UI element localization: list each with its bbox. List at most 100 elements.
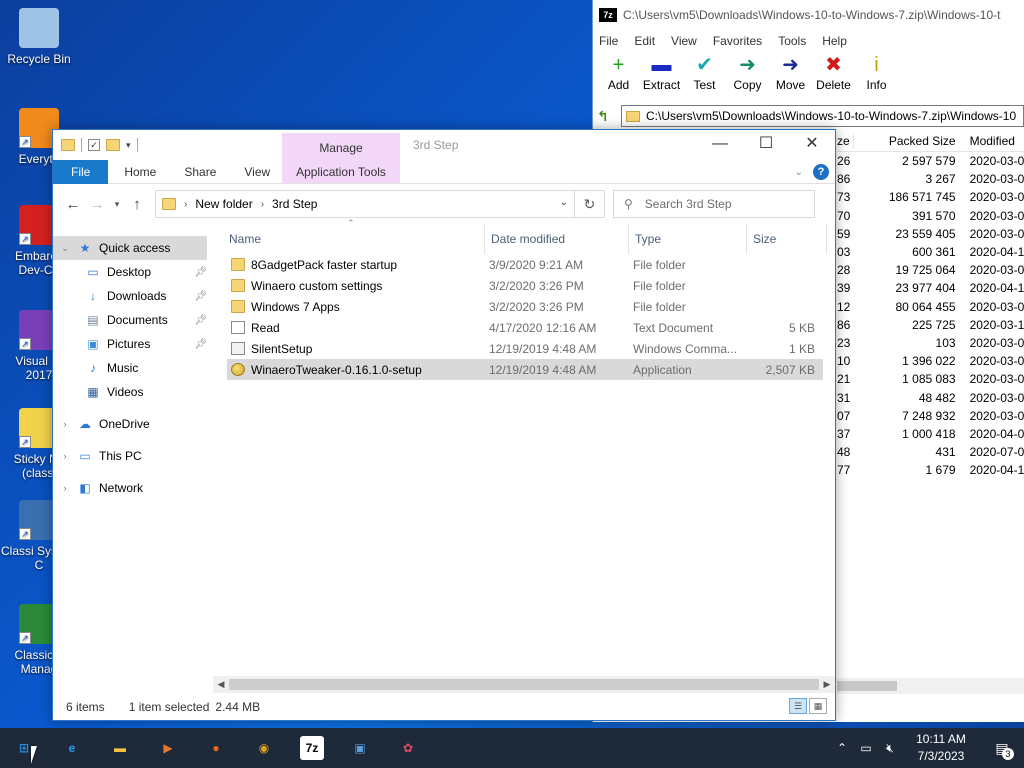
taskbar-start[interactable]: ⊞	[0, 728, 48, 768]
clock[interactable]: 10:11 AM 7/3/2023	[902, 731, 980, 765]
table-row[interactable]: 31 48 482 2020-03-02 1	[837, 388, 1024, 406]
expand-chevron-icon[interactable]: ⌄	[53, 243, 77, 254]
table-row[interactable]: 37 1 000 418 2020-04-02 0	[837, 425, 1024, 443]
horizontal-scrollbar[interactable]: ◀ ▶	[213, 676, 835, 693]
expand-ribbon-icon[interactable]: ⌄	[795, 167, 803, 178]
network-icon[interactable]: ▭	[854, 741, 878, 755]
address-bar[interactable]: › New folder › 3rd Step ⌄	[155, 190, 575, 218]
expand-chevron-icon[interactable]: ›	[53, 483, 77, 493]
sidebar-item-downloads[interactable]: ↓ Downloads 📌︎	[53, 284, 213, 308]
table-row[interactable]: 70 391 570 2020-03-02 1	[837, 207, 1024, 225]
taskbar-control-panel[interactable]: ▣	[336, 728, 384, 768]
volume-muted-icon[interactable]: 🔇︎	[878, 741, 902, 756]
explorer-titlebar[interactable]: ✓ ▾ Manage 3rd Step — ☐ ✕	[53, 130, 835, 184]
file-row[interactable]: 8GadgetPack faster startup 3/9/2020 9:21 …	[227, 254, 823, 275]
col-packed-size[interactable]: Packed Size	[852, 133, 962, 148]
pin-icon[interactable]: 📌︎	[194, 339, 207, 350]
new-folder-icon[interactable]	[106, 139, 120, 151]
address-dropdown-icon[interactable]: ⌄	[560, 197, 568, 208]
breadcrumb-separator[interactable]: ›	[261, 199, 264, 210]
refresh-button[interactable]: ↻	[575, 190, 605, 218]
copy-button[interactable]: ➜ Copy	[726, 52, 769, 92]
col-date-modified[interactable]: Date modified	[485, 224, 629, 254]
sidebar-item-quick-access[interactable]: ⌄ ★ Quick access	[53, 236, 207, 260]
menu-item-help[interactable]: Help	[822, 34, 847, 48]
menu-item-file[interactable]: File	[599, 34, 618, 48]
recent-locations-button[interactable]: ▾	[109, 199, 125, 210]
desktop-icon[interactable]: Recycle Bin	[1, 8, 77, 66]
table-row[interactable]: 07 7 248 932 2020-03-03 0	[837, 407, 1024, 425]
pin-icon[interactable]: 📌︎	[194, 291, 207, 302]
table-row[interactable]: 12 80 064 455 2020-03-03 0	[837, 298, 1024, 316]
extract-button[interactable]: ▬ Extract	[640, 52, 683, 92]
action-center-button[interactable]: ▤ 3	[980, 740, 1024, 760]
add-button[interactable]: + Add	[597, 52, 640, 92]
sidebar-item-documents[interactable]: ▤ Documents 📌︎	[53, 308, 213, 332]
forward-button[interactable]: →	[85, 196, 109, 213]
scroll-thumb[interactable]	[837, 681, 897, 691]
minimize-button[interactable]: —	[697, 130, 743, 160]
sidebar-item-desktop[interactable]: ▭ Desktop 📌︎	[53, 260, 213, 284]
large-icons-view-icon[interactable]: ▦	[809, 698, 827, 714]
scroll-right-icon[interactable]: ▶	[819, 676, 835, 693]
pin-icon[interactable]: 📌︎	[194, 315, 207, 326]
taskbar-file-explorer[interactable]: ▬	[96, 728, 144, 768]
info-button[interactable]: i Info	[855, 52, 898, 92]
delete-button[interactable]: ✖ Delete	[812, 52, 855, 92]
tab-file[interactable]: File	[53, 159, 109, 184]
menu-item-favorites[interactable]: Favorites	[713, 34, 762, 48]
file-row[interactable]: Windows 7 Apps 3/2/2020 3:26 PM File folde…	[227, 296, 823, 317]
tab-home[interactable]: Home	[110, 160, 170, 184]
up-folder-icon[interactable]: ↰	[597, 108, 615, 125]
close-button[interactable]: ✕	[789, 130, 835, 160]
taskbar-firefox[interactable]: ●	[192, 728, 240, 768]
col-type[interactable]: Type	[629, 224, 747, 254]
menu-item-view[interactable]: View	[671, 34, 697, 48]
table-row[interactable]: 48 431 2020-07-01 1	[837, 443, 1024, 461]
file-row[interactable]: Winaero custom settings 3/2/2020 3:26 PM F…	[227, 275, 823, 296]
breadcrumb-3rd-step[interactable]: 3rd Step	[272, 197, 317, 211]
table-row[interactable]: 39 23 977 404 2020-04-17 0	[837, 279, 1024, 297]
expand-chevron-icon[interactable]: ›	[53, 451, 77, 461]
file-row[interactable]: WinaeroTweaker-0.16.1.0-setup 12/19/2019 …	[227, 359, 823, 380]
table-row[interactable]: 77 1 679 2020-04-17 0	[837, 461, 1024, 479]
pin-icon[interactable]: 📌︎	[194, 267, 207, 278]
taskbar-media-player[interactable]: ▶	[144, 728, 192, 768]
table-row[interactable]: 23 103 2020-03-02 1	[837, 334, 1024, 352]
tab-application-tools[interactable]: Application Tools	[282, 160, 400, 184]
expand-chevron-icon[interactable]: ›	[53, 419, 77, 429]
file-row[interactable]: SilentSetup 12/19/2019 4:48 AM Windows Com…	[227, 338, 823, 359]
sidebar-item-this-pc[interactable]: › ▭ This PC	[53, 444, 213, 468]
tab-share[interactable]: Share	[170, 160, 230, 184]
scroll-left-icon[interactable]: ◀	[213, 676, 229, 693]
properties-icon[interactable]: ✓	[88, 139, 100, 151]
taskbar-7zip[interactable]: 7z	[288, 728, 336, 768]
tab-view[interactable]: View	[230, 160, 284, 184]
menu-item-edit[interactable]: Edit	[634, 34, 655, 48]
table-row[interactable]: 59 23 559 405 2020-03-09 1	[837, 225, 1024, 243]
table-row[interactable]: 10 1 396 022 2020-03-02 1	[837, 352, 1024, 370]
file-row[interactable]: Read 4/17/2020 12:16 AM Text Document 5 KB	[227, 317, 823, 338]
taskbar-internet-explorer[interactable]: e	[48, 728, 96, 768]
sidebar-item-music[interactable]: ♪ Music	[53, 356, 213, 380]
sidebar-item-onedrive[interactable]: › ☁ OneDrive	[53, 412, 213, 436]
scroll-thumb[interactable]	[229, 679, 819, 690]
table-row[interactable]: 73 186 571 745 2020-03-09 1	[837, 188, 1024, 206]
test-button[interactable]: ✔ Test	[683, 52, 726, 92]
breadcrumb-separator[interactable]: ›	[184, 199, 187, 210]
table-row[interactable]: 86 3 267 2020-03-02 1	[837, 170, 1024, 188]
customize-chevron-icon[interactable]: ▾	[126, 140, 131, 151]
maximize-button[interactable]: ☐	[743, 130, 789, 160]
table-row[interactable]: 28 19 725 064 2020-03-02 1	[837, 261, 1024, 279]
col-modified[interactable]: Modified	[962, 134, 1024, 148]
move-button[interactable]: ➜ Move	[769, 52, 812, 92]
table-row[interactable]: 26 2 597 579 2020-03-09 0	[837, 152, 1024, 170]
col-size[interactable]: Size	[747, 224, 827, 254]
table-row[interactable]: 86 225 725 2020-03-14 1	[837, 316, 1024, 334]
sidebar-item-pictures[interactable]: ▣ Pictures 📌︎	[53, 332, 213, 356]
up-button[interactable]: ↑	[125, 196, 149, 213]
7zip-titlebar[interactable]: 7z C:\Users\vm5\Downloads\Windows-10-to-…	[593, 0, 1024, 30]
search-input[interactable]: ⚲ Search 3rd Step	[613, 190, 815, 218]
sidebar-item-videos[interactable]: ▦ Videos	[53, 380, 213, 404]
show-hidden-icons-icon[interactable]: ⌃	[830, 741, 854, 755]
